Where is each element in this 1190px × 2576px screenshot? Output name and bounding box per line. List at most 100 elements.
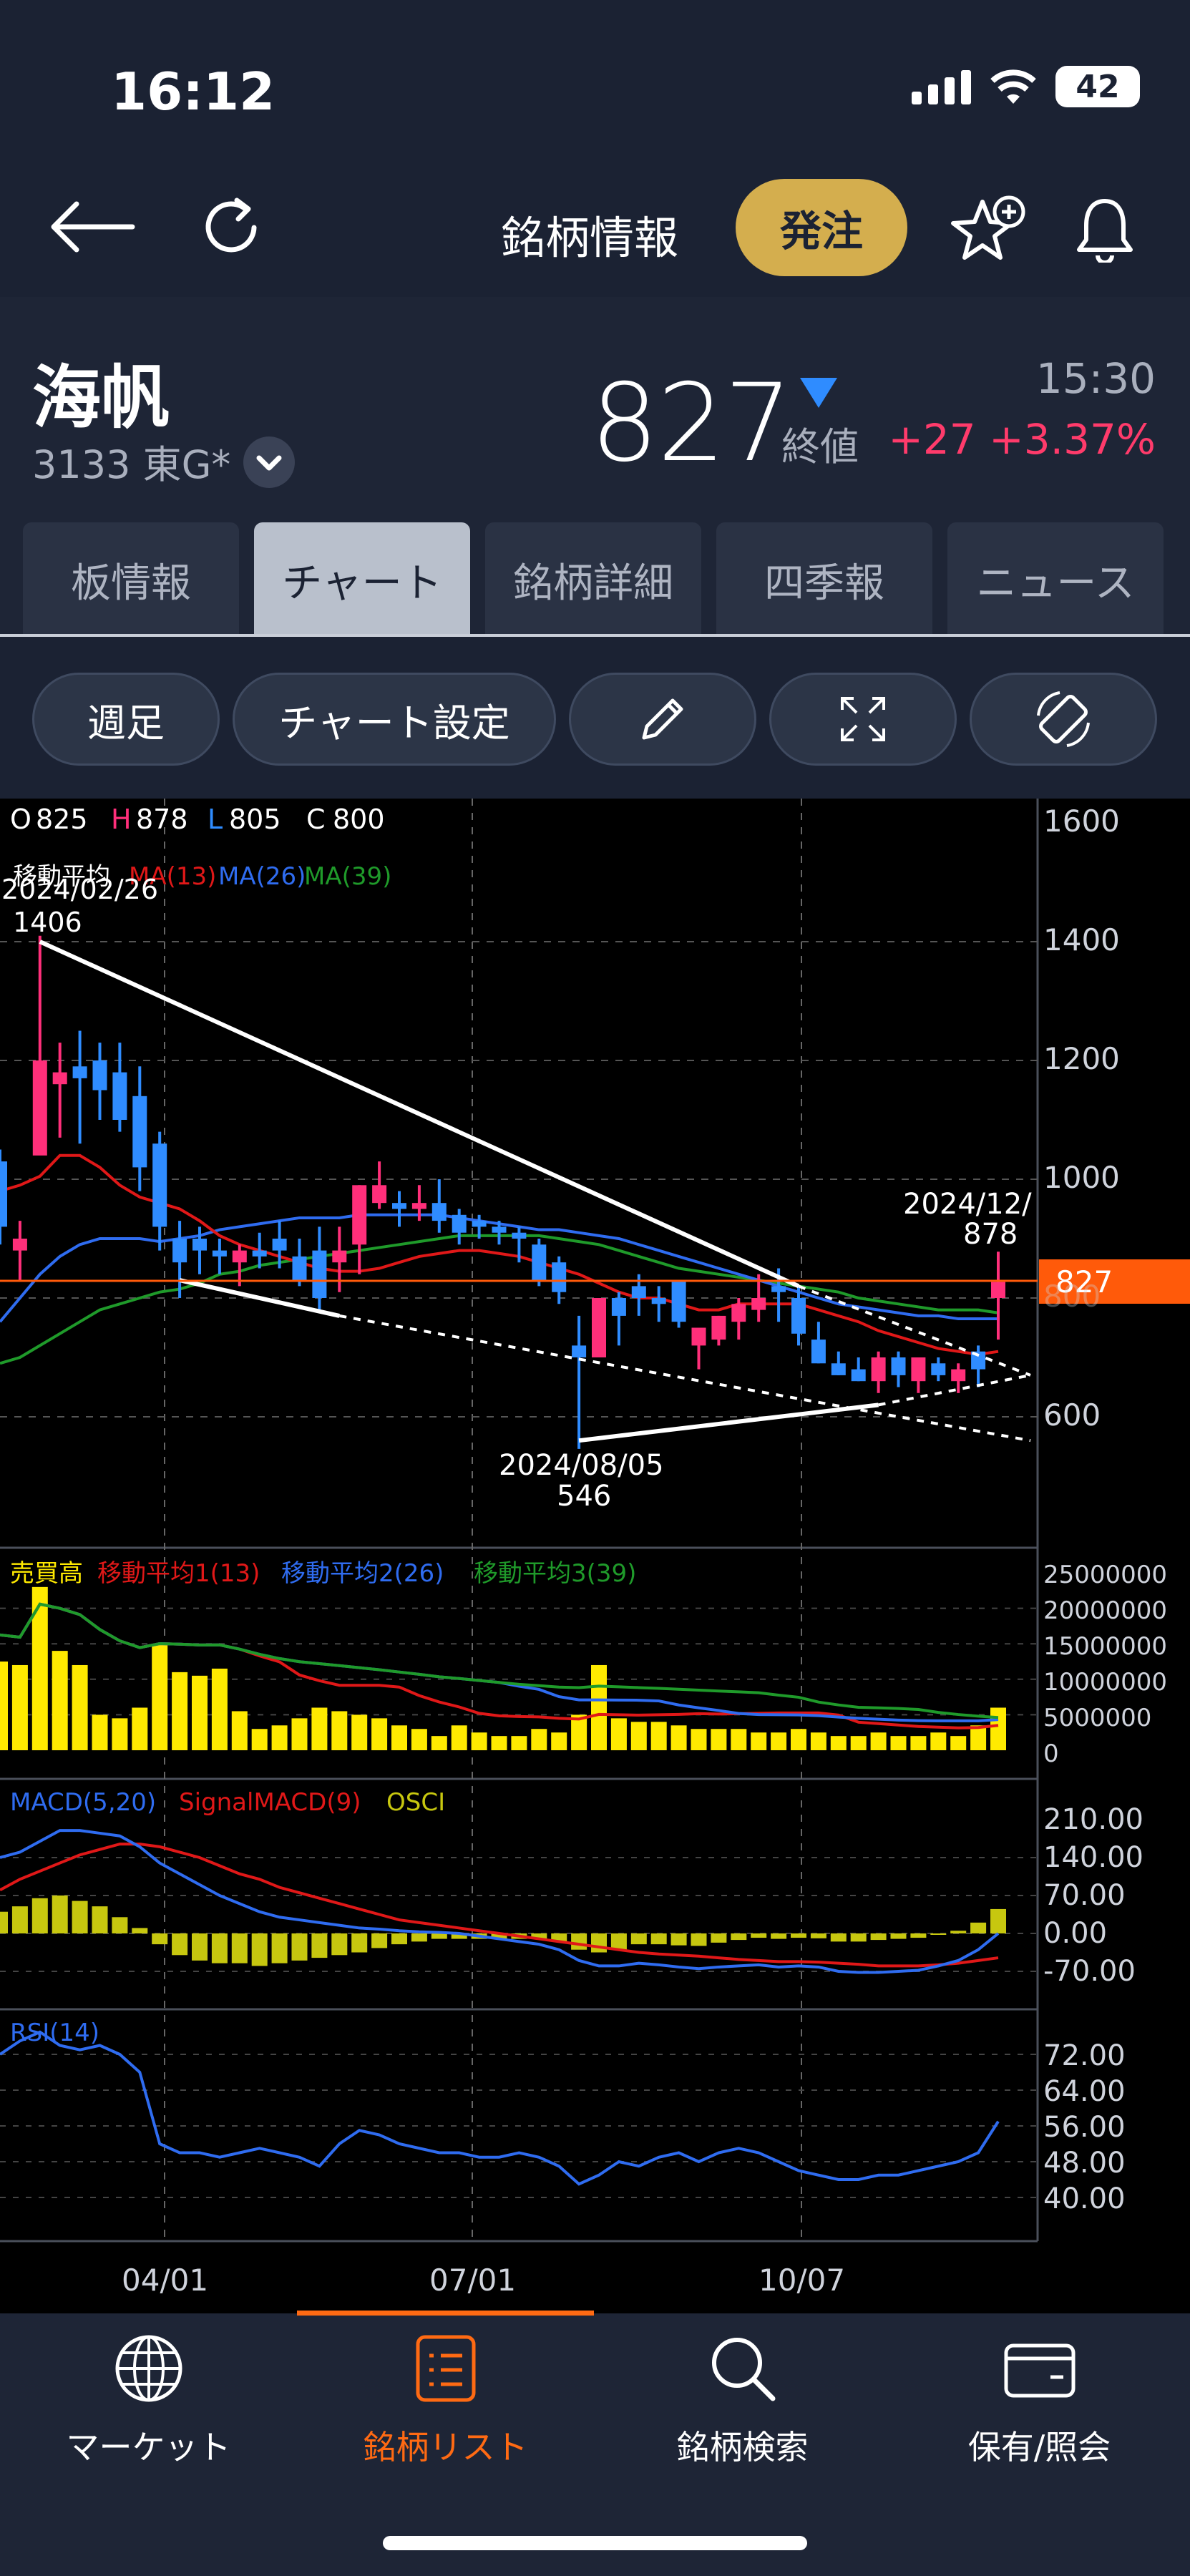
low-annotation-date: 2024/08/05 — [499, 1449, 664, 1482]
volume-bar — [271, 1725, 288, 1750]
price-axis-label: 600 — [1043, 1397, 1101, 1433]
tab-chart[interactable]: チャート — [254, 522, 470, 637]
osci-bar — [92, 1906, 108, 1933]
refresh-icon[interactable] — [197, 193, 265, 265]
osci-bar — [271, 1933, 288, 1963]
macd-axis-label: 0.00 — [1043, 1917, 1107, 1950]
rotate-screen-button[interactable] — [970, 673, 1157, 766]
period-button[interactable]: 週足 — [32, 673, 220, 766]
osci-bar — [650, 1933, 667, 1945]
osci-bar — [731, 1933, 747, 1941]
osci-bar — [950, 1931, 967, 1933]
volume-ma3-legend: 移動平均3(39) — [474, 1559, 636, 1588]
trend-line-lower-ext — [338, 1314, 1031, 1443]
candle-body — [112, 1072, 127, 1120]
chart-canvas[interactable]: O 825 H 878 L 805 C 800 移動平均 MA(13) MA(2… — [0, 799, 1190, 2313]
volume-bar — [630, 1722, 647, 1750]
volume-bar — [890, 1736, 907, 1750]
current-price: 827 — [590, 361, 792, 486]
wallet-icon — [1004, 2343, 1075, 2398]
stock-name: 海帆 — [32, 358, 170, 438]
price-axis-label: 1200 — [1043, 1041, 1120, 1076]
osci-bar — [691, 1933, 707, 1946]
candle-body — [272, 1239, 287, 1251]
ohlc-close: 800 — [333, 804, 385, 835]
candle-body — [891, 1357, 906, 1375]
volume-bar — [0, 1662, 8, 1750]
osci-bar — [291, 1933, 308, 1961]
osci-bar — [52, 1896, 68, 1933]
price-change: +27 +3.37% — [888, 415, 1156, 464]
ohlc-open-label: O — [10, 804, 31, 835]
market-selector-button[interactable] — [243, 436, 295, 488]
price-axis-label: 1000 — [1043, 1160, 1120, 1195]
candle-body — [552, 1262, 567, 1292]
price-label: 終値 — [781, 424, 859, 469]
rsi-axis-label: 48.00 — [1043, 2147, 1126, 2180]
ohlc-high: 878 — [136, 804, 188, 835]
tab-news[interactable]: ニュース — [947, 522, 1164, 637]
volume-axis-label: 15000000 — [1043, 1632, 1167, 1661]
volume-bar — [870, 1732, 887, 1750]
order-button[interactable]: 発注 — [736, 179, 907, 276]
volume-bar — [551, 1732, 567, 1750]
candle-body — [252, 1250, 267, 1257]
price-axis-label: 800 — [1043, 1279, 1101, 1314]
support-line — [578, 1402, 879, 1443]
bell-icon[interactable] — [1075, 197, 1135, 265]
volume-ma-line — [0, 1602, 999, 1729]
osci-bar — [0, 1911, 8, 1933]
nav-market[interactable]: マーケット — [0, 2333, 297, 2469]
chart-settings-button[interactable]: チャート設定 — [233, 673, 556, 766]
osci-bar — [251, 1933, 268, 1966]
candle-body — [292, 1256, 307, 1281]
expand-icon — [841, 697, 885, 741]
battery-icon: 42 — [1055, 66, 1140, 107]
cellular-signal-icon — [912, 69, 971, 104]
candle-body — [731, 1304, 746, 1322]
volume-axis-label: 25000000 — [1043, 1561, 1167, 1589]
osci-bar — [571, 1933, 587, 1950]
macd-legend: MACD(5,20) — [10, 1788, 156, 1817]
add-favorite-star-icon[interactable] — [950, 193, 1029, 268]
tab-shikiho[interactable]: 四季報 — [716, 522, 932, 637]
nav-holdings[interactable]: 保有/照会 — [891, 2333, 1188, 2469]
rsi-axis-label: 56.00 — [1043, 2111, 1126, 2144]
macd-line — [0, 1829, 1000, 1974]
draw-button[interactable] — [569, 673, 756, 766]
back-arrow-icon[interactable] — [47, 197, 137, 260]
volume-bar — [211, 1668, 228, 1750]
candle-body — [791, 1298, 806, 1334]
stock-chart[interactable]: O 825 H 878 L 805 C 800 移動平均 MA(13) MA(2… — [0, 799, 1190, 2313]
candle-body — [691, 1327, 706, 1346]
rotate-icon — [1037, 691, 1090, 747]
tab-details[interactable]: 銘柄詳細 — [485, 522, 701, 637]
nav-search[interactable]: 銘柄検索 — [594, 2333, 891, 2469]
volume-bar — [731, 1729, 747, 1750]
osci-bar — [751, 1933, 767, 1938]
volume-bar — [591, 1664, 607, 1750]
rsi-axis-label: 40.00 — [1043, 2182, 1126, 2215]
volume-ma-line — [0, 1602, 999, 1719]
volume-axis-label: 20000000 — [1043, 1596, 1167, 1625]
status-time: 16:12 — [111, 62, 275, 122]
price-down-arrow-icon — [800, 378, 837, 408]
wifi-icon — [990, 69, 1036, 104]
ma26-legend: MA(26) — [218, 862, 306, 891]
candle-body — [32, 1060, 47, 1156]
volume-bar — [771, 1732, 787, 1750]
globe-icon — [115, 2335, 182, 2402]
candle-body — [152, 1143, 167, 1227]
macd-axis-label: -70.00 — [1043, 1955, 1136, 1988]
ohlc-high-label: H — [111, 804, 132, 835]
pencil-icon — [642, 698, 683, 740]
volume-bar — [691, 1729, 707, 1750]
tab-board[interactable]: 板情報 — [23, 522, 239, 637]
search-icon — [711, 2338, 775, 2401]
nav-stock-list[interactable]: 銘柄リスト — [297, 2333, 594, 2469]
volume-bar — [451, 1725, 467, 1750]
volume-bar — [830, 1736, 847, 1750]
osci-bar — [351, 1933, 368, 1953]
candle-body — [611, 1298, 626, 1316]
fullscreen-button[interactable] — [769, 673, 957, 766]
